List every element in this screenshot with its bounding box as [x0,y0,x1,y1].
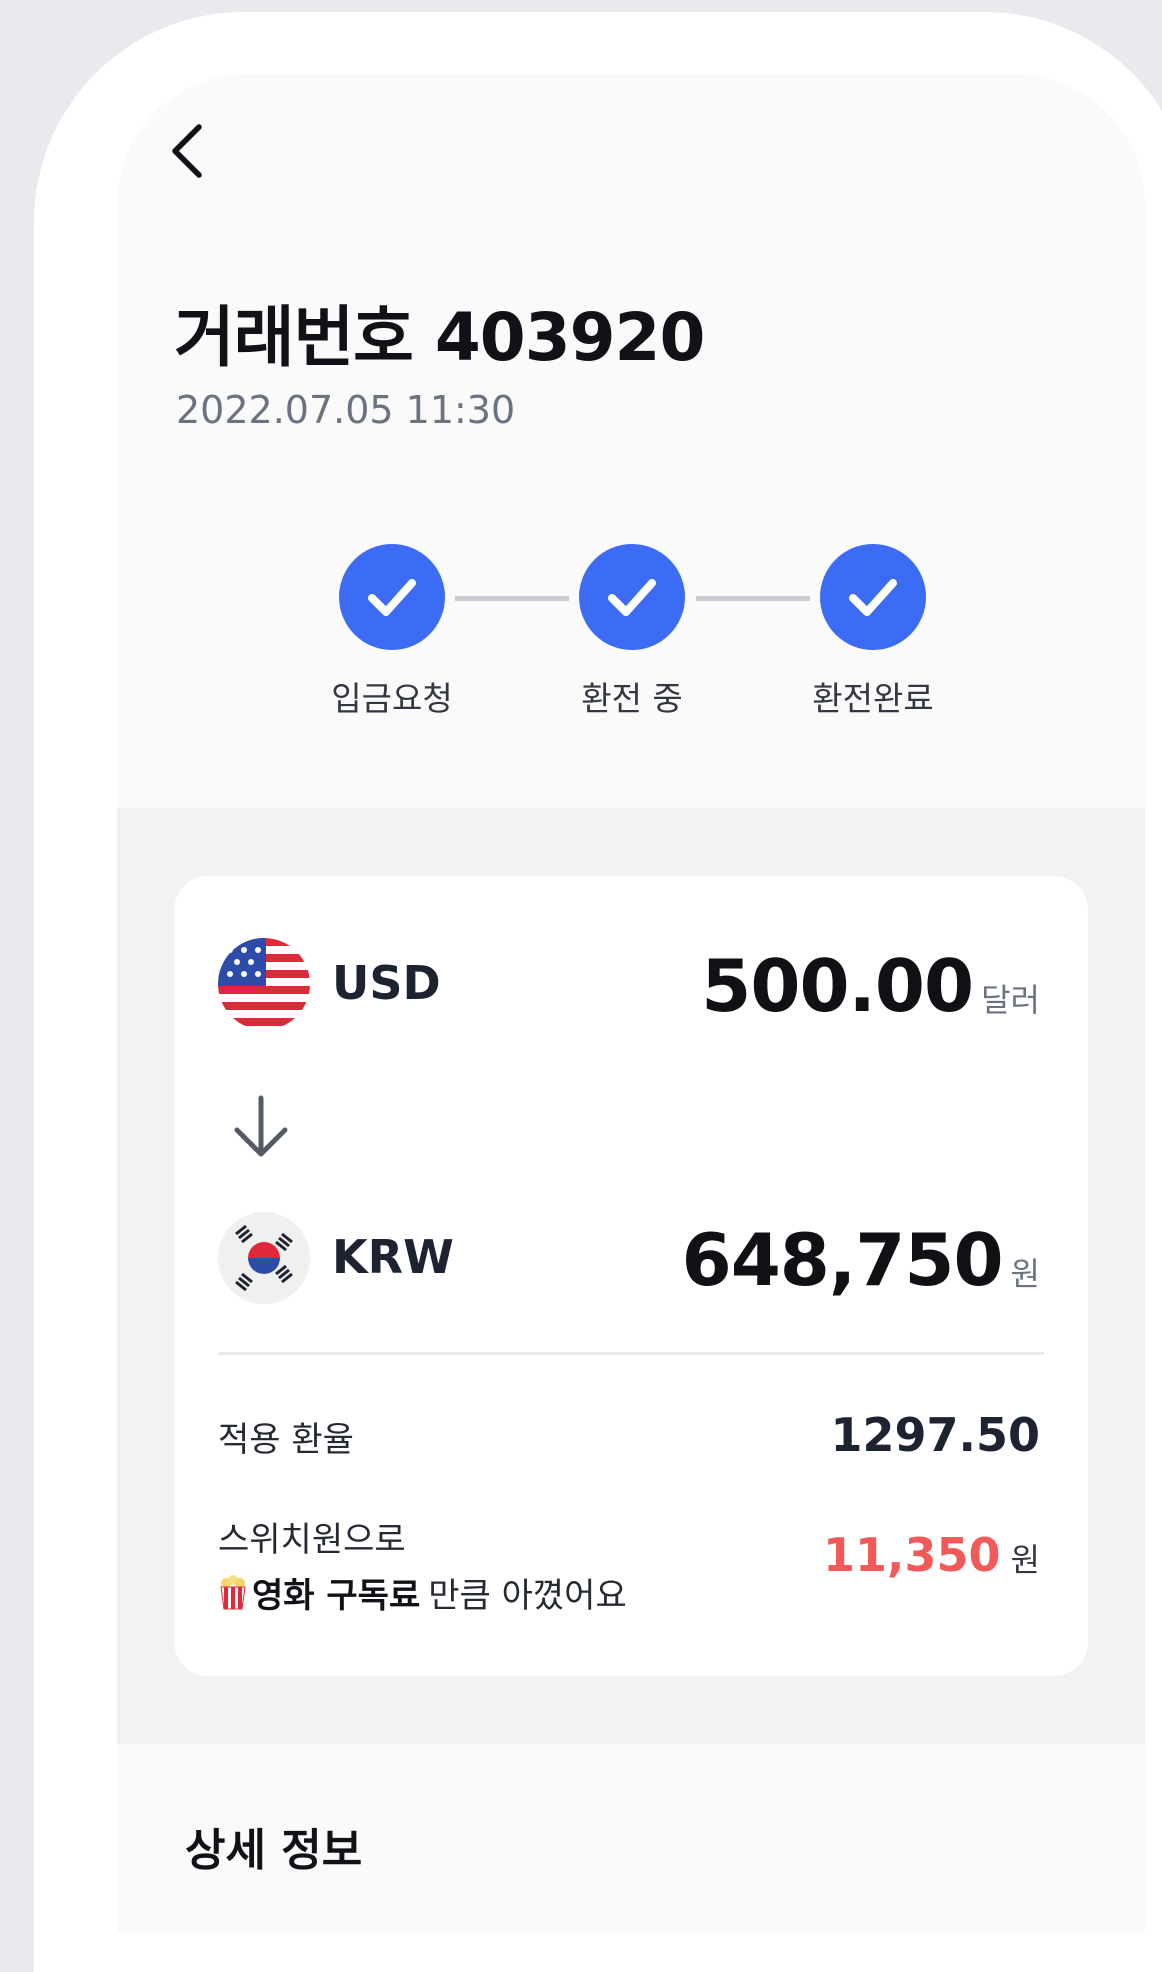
savings-rest: 만큼 아꼈어요 [428,1576,627,1616]
to-amount: 648,750 원 [682,1218,1040,1302]
step-3-circle [820,544,926,650]
exchange-section: USD 500.00 달러 KRW 648,750 원 적용 환율 1297.5… [117,808,1145,1744]
us-flag-icon [218,938,310,1030]
savings-amount-unit: 원 [1010,1541,1040,1579]
rate-label: 적용 환율 [218,1420,354,1460]
to-amount-value: 648,750 [681,1218,1004,1302]
to-amount-unit: 원 [1010,1255,1040,1293]
exchange-card: USD 500.00 달러 KRW 648,750 원 적용 환율 1297.5… [174,876,1088,1676]
step-connector [455,596,569,601]
from-amount: 500.00 달러 [701,944,1040,1028]
step-3-label: 환전완료 [812,679,934,718]
page-title: 거래번호 403920 [174,299,705,376]
rate-value: 1297.50 [830,1408,1040,1462]
step-1-circle [339,544,445,650]
step-2-label: 환전 중 [581,679,683,718]
phone-frame: 거래번호 403920 2022.07.05 11:30 입금요청 환전 중 환… [34,12,1162,1972]
arrow-down-icon [234,1095,288,1157]
from-currency-code: USD [332,956,441,1010]
step-2-circle [579,544,685,650]
kr-flag-icon [218,1212,310,1304]
check-icon [849,579,897,616]
chevron-left-icon [172,124,202,178]
from-amount-value: 500.00 [701,944,974,1028]
step-1-label: 입금요청 [331,679,453,718]
savings-highlight: 영화 구독료 [252,1576,421,1616]
to-currency-code: KRW [332,1230,454,1284]
screen: 거래번호 403920 2022.07.05 11:30 입금요청 환전 중 환… [117,74,1145,1932]
savings-text-line2: 영화 구독료 만큼 아꼈어요 [218,1568,627,1617]
from-amount-unit: 달러 [981,981,1040,1019]
progress-steps: 입금요청 환전 중 환전완료 [117,544,1145,744]
details-section-title: 상세 정보 [185,1825,363,1876]
transaction-datetime: 2022.07.05 11:30 [176,388,516,432]
savings-amount: 11,350 원 [823,1528,1040,1582]
check-icon [608,579,656,616]
divider [218,1352,1044,1355]
check-icon [368,579,416,616]
popcorn-icon [220,1574,246,1609]
back-button[interactable] [157,116,217,186]
step-connector [696,596,810,601]
savings-amount-value: 11,350 [823,1528,1001,1582]
savings-text-line1: 스위치원으로 [218,1520,406,1560]
